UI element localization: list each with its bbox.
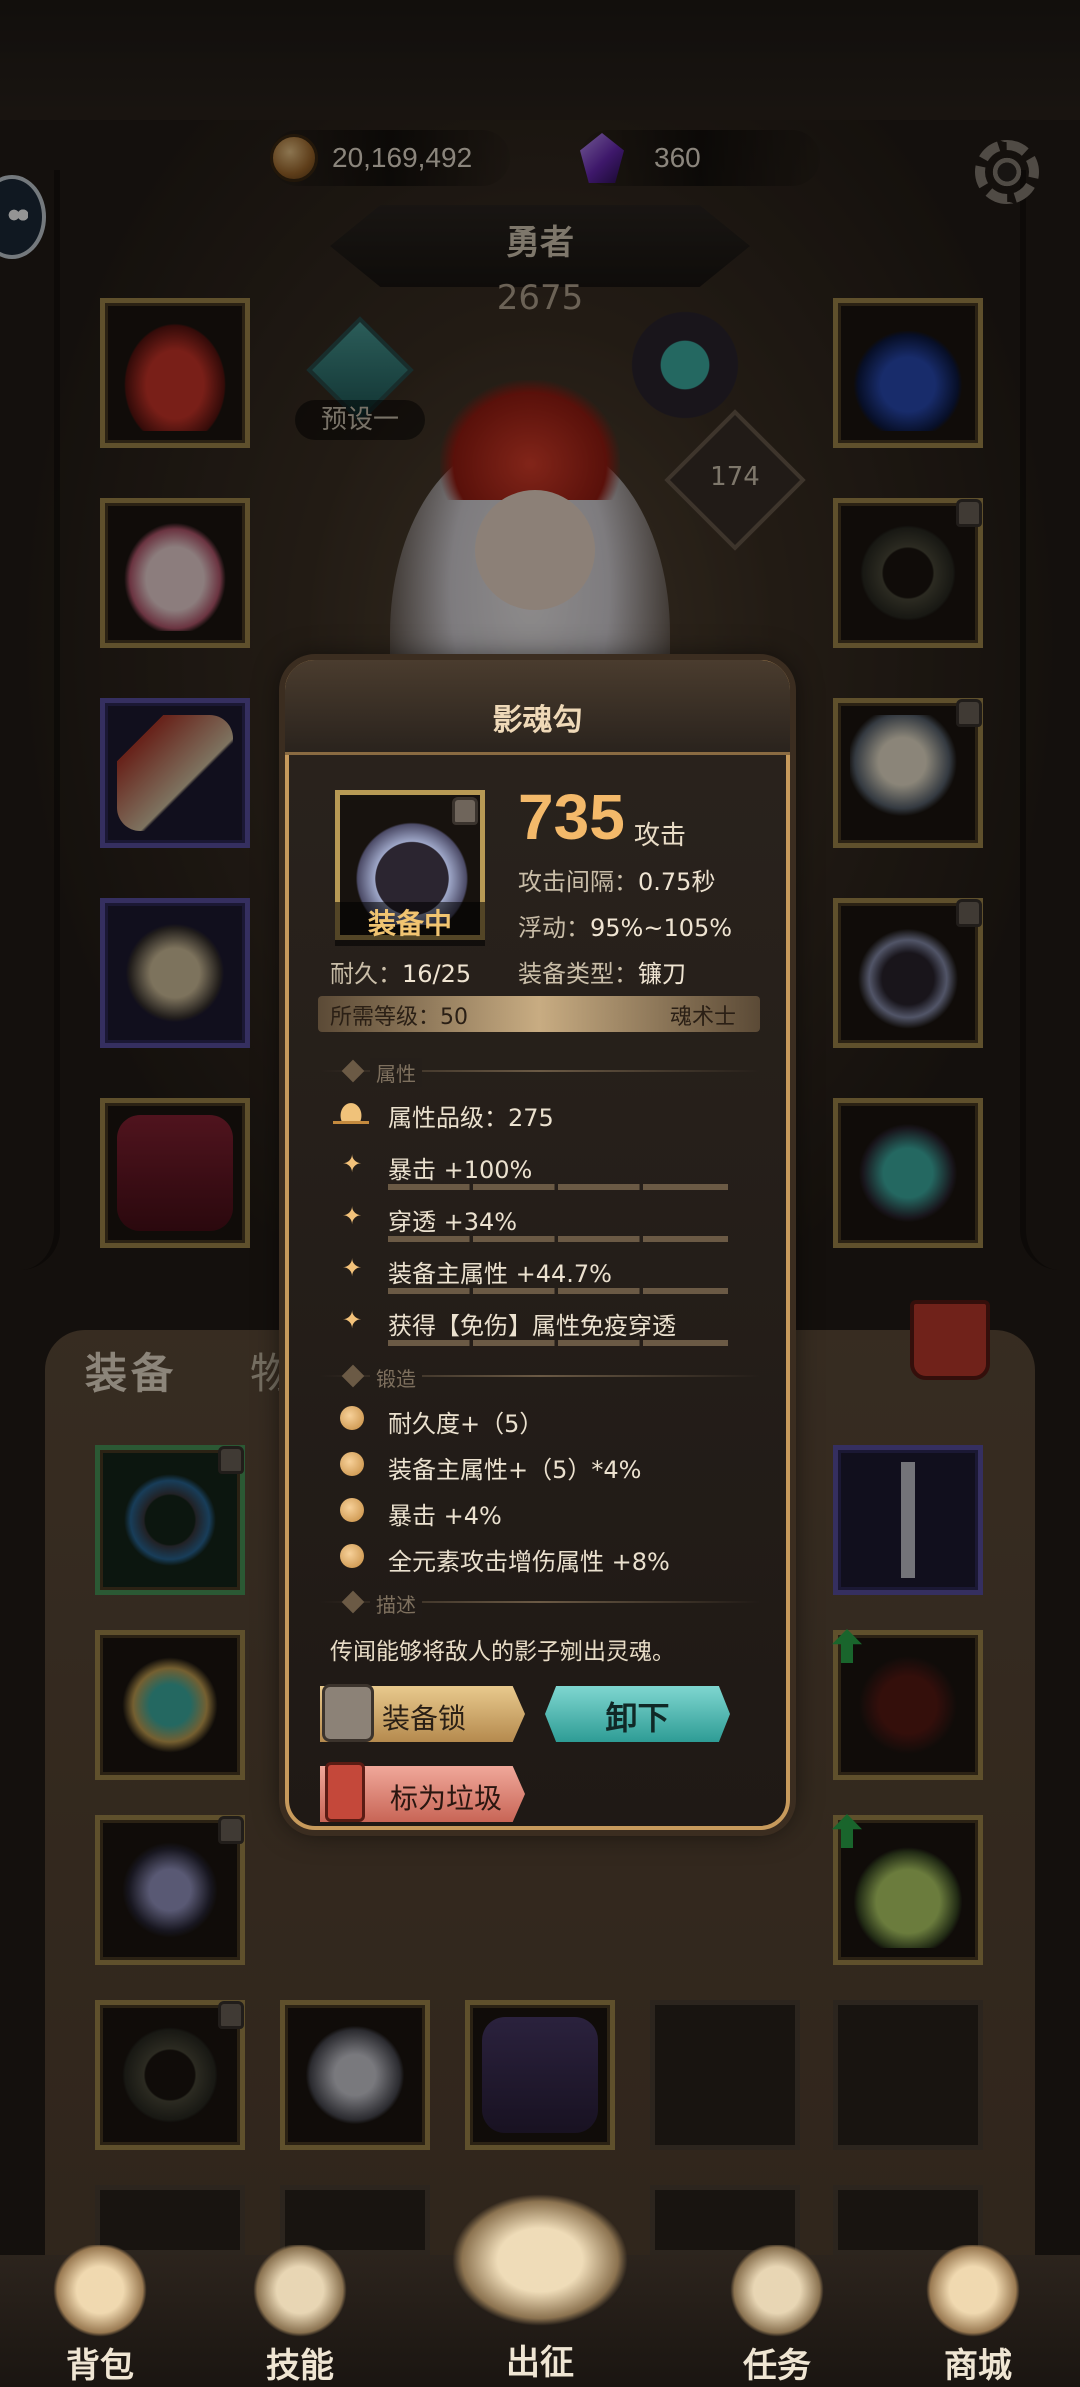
shop-icon[interactable] [918, 2245, 1028, 2345]
equip-type: 装备类型：镰刀 [518, 954, 686, 989]
section-attributes: 属性 [370, 1058, 422, 1087]
skill-book-icon[interactable] [245, 2245, 355, 2345]
sparkle-icon: ✦ [342, 1254, 363, 1282]
float-range: 浮动：95%~105% [518, 908, 732, 943]
junk-lantern-icon [325, 1762, 365, 1822]
lotus-icon [333, 1094, 369, 1124]
backpack-icon[interactable] [45, 2245, 155, 2345]
nav-quests[interactable]: 任务 [697, 2338, 857, 2387]
durability-label: 耐久： [330, 960, 402, 988]
durability-value: 16/25 [402, 960, 472, 988]
forge-bullet-icon [340, 1544, 364, 1568]
section-description: 描述 [370, 1589, 422, 1618]
required-class: 魂术士 [670, 1005, 737, 1030]
attack-unit: 攻击 [634, 821, 687, 851]
equipped-badge: 装备中 [335, 902, 485, 946]
sparkle-icon: ✦ [342, 1150, 363, 1178]
float-label: 浮动： [518, 914, 590, 942]
sparkle-icon: ✦ [342, 1202, 363, 1230]
attribute-bar [388, 1184, 728, 1190]
attribute-bar [388, 1236, 728, 1242]
forge-bullet-icon [340, 1452, 364, 1476]
unequip-label: 卸下 [605, 1699, 670, 1737]
required-level: 所需等级：50 [330, 1005, 468, 1030]
equip-type-value: 镰刀 [638, 960, 686, 988]
durability: 耐久：16/25 [330, 954, 471, 989]
nav-shop[interactable]: 商城 [898, 2338, 1058, 2387]
attack-interval-value: 0.75秒 [638, 868, 716, 896]
forge-line: 装备主属性+（5）*4% [388, 1456, 642, 1484]
padlock-icon [322, 1684, 374, 1742]
forge-bullet-icon [340, 1498, 364, 1522]
attribute-line: 暴击 +100% [388, 1156, 533, 1184]
attack-value: 735 [518, 781, 625, 853]
attack-interval: 攻击间隔：0.75秒 [518, 862, 715, 897]
quest-scroll-icon[interactable] [722, 2245, 832, 2345]
lock-icon [452, 797, 478, 825]
nav-backpack[interactable]: 背包 [20, 2338, 180, 2387]
section-forge: 锻造 [370, 1363, 422, 1392]
nav-skills[interactable]: 技能 [220, 2338, 380, 2387]
forge-line: 耐久度+（5） [388, 1410, 544, 1438]
attribute-bar [388, 1340, 728, 1346]
item-description: 传闻能够将敌人的影子剜出灵魂。 [330, 1639, 675, 1665]
sparkle-icon: ✦ [342, 1306, 363, 1334]
equip-lock-label: 装备锁 [382, 1702, 467, 1735]
attribute-line: 获得【免伤】属性免疫穿透 [388, 1312, 676, 1340]
attribute-bar [388, 1288, 728, 1294]
forge-line: 暴击 +4% [388, 1502, 502, 1530]
item-name: 影魂勾 [492, 703, 583, 738]
attribute-line: 穿透 +34% [388, 1208, 518, 1236]
float-value: 95%~105% [590, 914, 733, 942]
forge-line: 全元素攻击增伤属性 +8% [388, 1548, 670, 1576]
expedition-sword-icon[interactable] [440, 2185, 640, 2335]
attribute-grade: 属性品级：275 [388, 1104, 554, 1132]
mark-junk-label: 标为垃圾 [390, 1782, 503, 1815]
equip-type-label: 装备类型： [518, 960, 638, 988]
forge-bullet-icon [340, 1406, 364, 1430]
nav-expedition[interactable]: 出征 [460, 2335, 620, 2384]
attribute-line: 装备主属性 +44.7% [388, 1260, 612, 1288]
attack-interval-label: 攻击间隔： [518, 868, 638, 896]
